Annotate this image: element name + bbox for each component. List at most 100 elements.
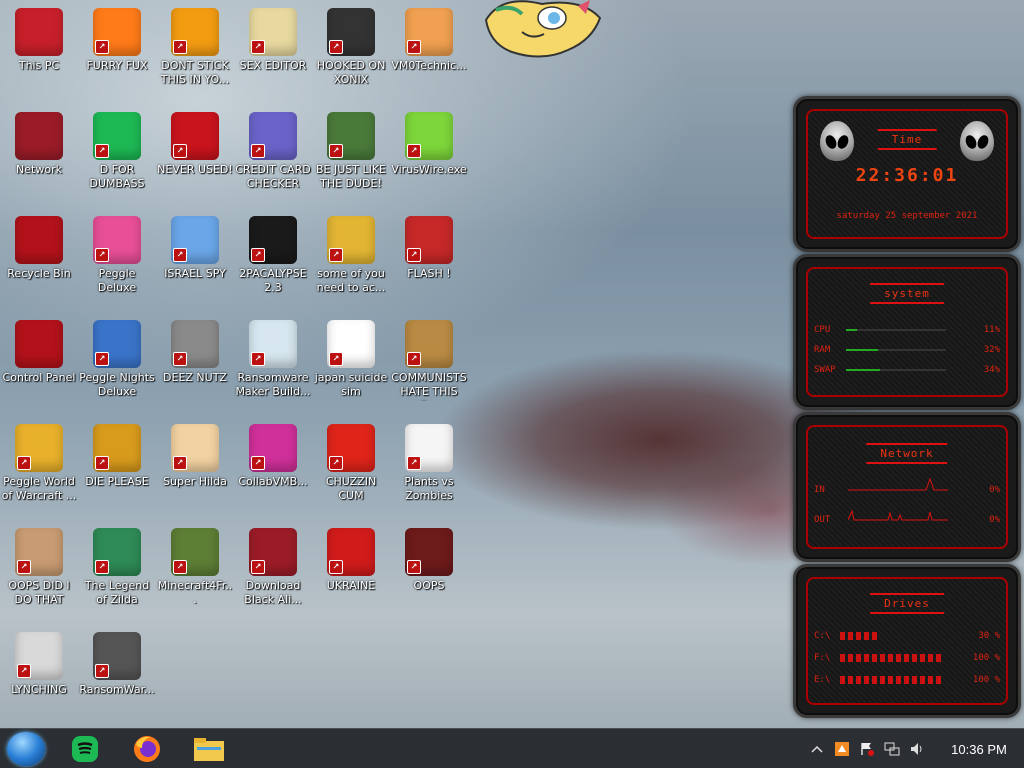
shortcut-arrow-icon: ↗	[407, 144, 421, 158]
alien-head-icon	[960, 121, 994, 161]
desktop-icon-label: ISRAEL SPY	[164, 267, 226, 280]
window-app-icon: ↗	[249, 320, 297, 368]
devcpp-icon: ↗	[171, 112, 219, 160]
desktop-icon[interactable]: ↗ CollabVMB...	[234, 416, 312, 516]
desktop-icon-label: japan suicide sim	[314, 371, 388, 398]
desktop-icon[interactable]: ↗ Ransomware Maker Build...	[234, 312, 312, 412]
desktop-icon[interactable]: ↗ Minecraft4Fr...	[156, 520, 234, 620]
money-bag-icon: ↗	[405, 320, 453, 368]
taskbar-firefox-button[interactable]	[130, 733, 164, 765]
desktop-icon[interactable]: ↗ NEVER USED!	[156, 104, 234, 204]
shortcut-arrow-icon: ↗	[95, 456, 109, 470]
desktop-icon[interactable]: ↗ COMMUNISTS HATE THIS G...	[390, 312, 468, 412]
shortcut-arrow-icon: ↗	[17, 456, 31, 470]
desktop-icon[interactable]: ↗ UKRAINE	[312, 520, 390, 620]
monitor-icon: ↗	[249, 424, 297, 472]
shortcut-arrow-icon: ↗	[407, 40, 421, 54]
desktop-icon-label: Peggle World of Warcraft ...	[1, 475, 77, 502]
link-icon: ↗	[93, 528, 141, 576]
shortcut-arrow-icon: ↗	[329, 456, 343, 470]
desktop-icon[interactable]: ↗ D FOR DUMBASS	[78, 104, 156, 204]
desktop-icon[interactable]: ↗ The Legend of Zilda	[78, 520, 156, 620]
desktop-icon-label: Recycle Bin	[7, 267, 71, 280]
gear-noose-icon: ↗	[15, 632, 63, 680]
desktop-icon[interactable]: ↗ some of you need to ac...	[312, 208, 390, 308]
desktop-icon[interactable]: ↗ DEEZ NUTZ	[156, 312, 234, 412]
ram-value: 32%	[983, 345, 1000, 355]
desktop-icon-label: OOPS	[413, 579, 445, 592]
desktop-icon[interactable]: ↗ VirusWire.exe	[390, 104, 468, 204]
desktop-icon-label: Download Black Ali...	[244, 579, 302, 606]
desktop-icon[interactable]: ↗ 2PACALYPSE 2.3	[234, 208, 312, 308]
desktop-icon[interactable]: ↗ DONT STICK THIS IN YO...	[156, 0, 234, 100]
shortcut-arrow-icon: ↗	[95, 352, 109, 366]
desktop-icon-label: RansomWar...	[79, 683, 155, 696]
taskbar-clock[interactable]: 10:36 PM	[934, 742, 1024, 757]
desktop-icon[interactable]: ↗ Peggle Nights Deluxe	[78, 312, 156, 412]
desktop-icon-label: Network	[16, 163, 62, 176]
desktop-icon[interactable]: ↗ CHUZZIN CUM	[312, 416, 390, 516]
desktop-icon[interactable]: ↗ LYNCHING	[0, 624, 78, 724]
desktop-icon[interactable]: ↗ japan suicide sim	[312, 312, 390, 412]
network-in-graph	[848, 477, 948, 491]
computer-icon	[15, 8, 63, 56]
network-widget-title: network	[866, 443, 948, 464]
shortcut-arrow-icon: ↗	[329, 40, 343, 54]
desktop-icon[interactable]: ↗ DIE PLEASE	[78, 416, 156, 516]
peggle-icon: ↗	[93, 216, 141, 264]
desktop-icon[interactable]: ↗ HOOKED ON XONIX	[312, 0, 390, 100]
shortcut-arrow-icon: ↗	[407, 456, 421, 470]
desktop-icon[interactable]: Network	[0, 104, 78, 204]
desktop-icon-label: Super Hilda	[163, 475, 227, 488]
desktop-icon-label: SEX EDITOR	[239, 59, 307, 72]
terminal-icon: ↗	[249, 216, 297, 264]
desktop-icon[interactable]: ↗ OOPS	[390, 520, 468, 620]
start-orb-icon[interactable]	[7, 732, 45, 766]
desktop-icon[interactable]: ↗ Plants vs Zombies	[390, 416, 468, 516]
chevron-up-icon[interactable]	[809, 741, 825, 757]
time-value: 22:36:01	[855, 165, 959, 186]
desktop-icon[interactable]: ↗ CREDIT CARD CHECKER	[234, 104, 312, 204]
peggle-nights-icon: ↗	[93, 320, 141, 368]
desktop-icon[interactable]: ↗ VM0Technic...	[390, 0, 468, 100]
shortcut-arrow-icon: ↗	[95, 664, 109, 678]
desktop-icon[interactable]: This PC	[0, 0, 78, 100]
ram-bar	[846, 349, 946, 351]
orange-app-tray-icon[interactable]	[834, 741, 850, 757]
desktop-icon[interactable]: ↗ BE JUST LIKE THE DUDE!	[312, 104, 390, 204]
network-tray-icon[interactable]	[884, 741, 900, 757]
traffic-cone-icon: ↗	[171, 8, 219, 56]
desktop-icon[interactable]: Recycle Bin	[0, 208, 78, 308]
desktop-icon[interactable]: ↗ ISRAEL SPY	[156, 208, 234, 308]
desktop-icon-label: some of you need to ac...	[316, 267, 386, 294]
desktop[interactable]: This PC ↗ FURRY FUX ↗ DONT STICK THIS IN YO.…	[0, 0, 1024, 728]
desktop-icon[interactable]: ↗ OOPS DID I DO THAT	[0, 520, 78, 620]
desktop-icon[interactable]: ↗ Peggle Deluxe	[78, 208, 156, 308]
shortcut-arrow-icon: ↗	[251, 144, 265, 158]
shortcut-arrow-icon: ↗	[329, 352, 343, 366]
desktop-icon-label: CHUZZIN CUM	[325, 475, 377, 502]
flag-notification-icon[interactable]	[859, 741, 875, 757]
desktop-icon[interactable]: ↗ SEX EDITOR	[234, 0, 312, 100]
desktop-icon[interactable]: ↗ Download Black Ali...	[234, 520, 312, 620]
date-value: saturday 25 september 2021	[836, 211, 978, 221]
desktop-icon[interactable]: ↗ Super Hilda	[156, 416, 234, 516]
santa-icon: ↗	[327, 112, 375, 160]
red-box-icon: ↗	[405, 528, 453, 576]
game-icon: ↗	[327, 8, 375, 56]
desktop-icon[interactable]: ↗ FURRY FUX	[78, 0, 156, 100]
desktop-icon[interactable]: ↗ Peggle World of Warcraft ...	[0, 416, 78, 516]
control-panel-icon	[15, 320, 63, 368]
desktop-icon-label: DIE PLEASE	[85, 475, 149, 488]
shortcut-arrow-icon: ↗	[329, 560, 343, 574]
shortcut-arrow-icon: ↗	[173, 456, 187, 470]
desktop-icon[interactable]: ↗ RansomWar...	[78, 624, 156, 724]
drive-f-bar	[840, 654, 944, 662]
desktop-icon-label: VM0Technic...	[391, 59, 467, 72]
desktop-icon[interactable]: ↗ FLASH !	[390, 208, 468, 308]
volume-icon[interactable]	[909, 741, 925, 757]
desktop-icon[interactable]: Control Panel	[0, 312, 78, 412]
taskbar-spotify-button[interactable]	[68, 733, 102, 765]
swap-value: 34%	[983, 365, 1000, 375]
taskbar-file-explorer-button[interactable]	[192, 733, 226, 765]
